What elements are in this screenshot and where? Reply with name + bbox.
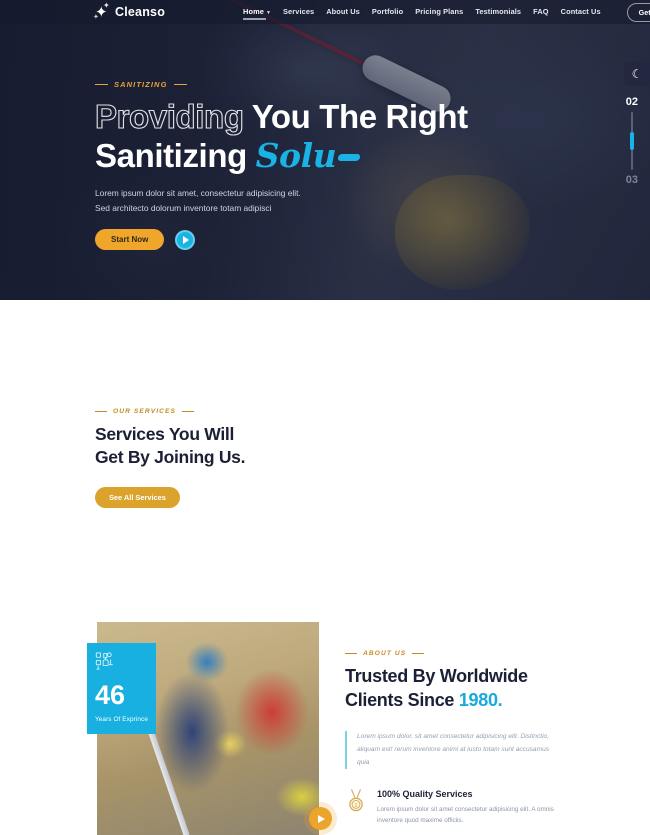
typing-cursor	[337, 153, 362, 161]
hero-title-white-2: Sanitizing	[95, 136, 247, 174]
nav-item-home[interactable]: Home ▼	[243, 6, 272, 20]
about-quote: Lorem ipsum dolor, sit amet consectetur …	[345, 730, 560, 770]
feature-title: 100% Quality Services	[377, 789, 473, 800]
about-heading-line-1: Trusted By Worldwide	[345, 666, 528, 686]
cleaning-tools-icon	[95, 652, 113, 670]
slider-thumb[interactable]	[630, 132, 634, 150]
hero-title: Providing You The Right Sanitizing Solu	[94, 97, 475, 175]
see-all-services-button[interactable]: See All Services	[95, 486, 180, 508]
hero-slider-pagination[interactable]: 02 03	[626, 96, 638, 186]
moon-icon: ☾	[631, 67, 643, 81]
dark-mode-toggle[interactable]: ☾	[624, 62, 650, 86]
medal-icon: 1	[349, 789, 363, 812]
hero-description: Lorem ipsum dolor sit amet, consectetur …	[95, 188, 301, 213]
about-eyebrow: ABOUT US	[345, 650, 560, 657]
about-content: ABOUT US Trusted By Worldwide Clients Si…	[345, 650, 560, 826]
services-heading: Services You Will Get By Joining Us.	[95, 423, 255, 469]
services-eyebrow: OUR SERVICES	[95, 408, 255, 415]
about-play-button[interactable]	[309, 807, 332, 830]
get-started-button[interactable]: Get Started	[626, 2, 650, 22]
nav-item-faq[interactable]: FAQ	[533, 7, 549, 18]
services-intro: OUR SERVICES Services You Will Get By Jo…	[95, 408, 255, 508]
about-heading-year: 1980.	[458, 689, 503, 710]
hero-title-typed: Solu	[255, 135, 337, 175]
nav-item-pricing-plans[interactable]: Pricing Plans	[415, 7, 463, 18]
nav-item-testimonials[interactable]: Testimonials	[475, 7, 521, 18]
services-section: OUR SERVICES Services You Will Get By Jo…	[0, 300, 650, 835]
landing-page: ✦ ✦ ✦ Cleanso Home ▼ Services About Us Po…	[0, 0, 650, 835]
slide-current-number: 02	[625, 96, 638, 108]
nav-links: Home ▼ Services About Us Portfolio Pricin…	[243, 2, 650, 22]
about-heading: Trusted By Worldwide Clients Since 1980.	[345, 665, 560, 713]
nav-item-about-us[interactable]: About Us	[326, 7, 360, 18]
experience-badge: 46 Years Of Exprince	[87, 643, 156, 734]
experience-years-label: Years Of Exprince	[95, 716, 148, 723]
nav-item-services[interactable]: Services	[283, 7, 314, 18]
nav-item-contact-us[interactable]: Contact Us	[561, 7, 601, 18]
hero-eyebrow: SANITIZING	[95, 80, 475, 89]
experience-years-number: 46	[95, 680, 126, 710]
sparkle-star-icon: ✦ ✦ ✦	[93, 1, 110, 22]
hero-content: SANITIZING Providing You The Right Sanit…	[94, 80, 475, 251]
start-now-button[interactable]: Start Now	[95, 229, 165, 251]
hero-section: ✦ ✦ ✦ Cleanso Home ▼ Services About Us Po…	[0, 0, 650, 300]
nav-item-label: Home	[243, 6, 264, 16]
feature-text: Lorem ipsum dolor sit amet consectetur a…	[377, 806, 554, 825]
hero-actions: Start Now	[95, 229, 475, 251]
nav-item-portfolio[interactable]: Portfolio	[372, 7, 403, 18]
about-feature: 1 100% Quality Services Lorem ipsum dolo…	[345, 789, 560, 826]
brand-logo[interactable]: ✦ ✦ ✦ Cleanso	[92, 2, 165, 22]
play-icon[interactable]	[175, 229, 196, 250]
about-heading-line-2: Clients Since	[345, 689, 455, 710]
hero-title-white-1: You The Right	[251, 98, 468, 135]
slide-total-number: 03	[625, 174, 638, 186]
main-navbar: ✦ ✦ ✦ Cleanso Home ▼ Services About Us Po…	[0, 0, 650, 24]
services-heading-line-2: Get By Joining Us.	[95, 446, 246, 467]
hero-title-outline: Providing	[94, 97, 244, 135]
svg-text:1: 1	[355, 803, 358, 809]
chevron-down-icon: ▼	[265, 9, 272, 16]
services-heading-line-1: Services You Will	[95, 424, 235, 444]
slider-track[interactable]	[630, 112, 634, 170]
brand-name: Cleanso	[115, 5, 166, 19]
